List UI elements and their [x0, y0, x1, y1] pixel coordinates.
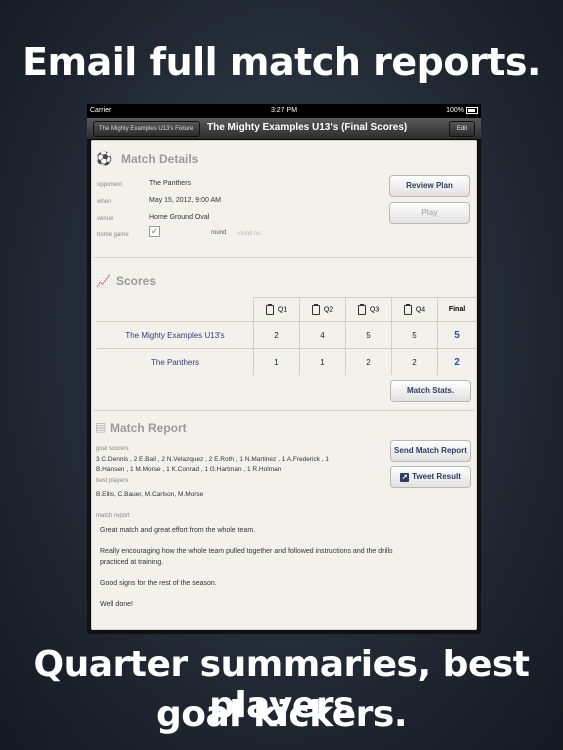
divider — [93, 257, 475, 258]
send-match-report-button[interactable]: Send Match Report — [390, 440, 471, 462]
team-name: The Mighty Examples U13's — [97, 321, 254, 349]
battery-indicator: 100% — [446, 104, 478, 118]
home-game-checkbox[interactable]: ✓ — [149, 226, 160, 237]
opponent-value: The Panthers — [149, 180, 192, 187]
header-q1: Q1 — [253, 297, 300, 322]
header-q3: Q3 — [345, 297, 392, 322]
round-input[interactable]: round no. — [237, 231, 262, 237]
tweet-result-label: Tweet Result — [412, 472, 461, 481]
report-paragraph-4: Well done! — [100, 601, 133, 608]
match-report-title: Match Report — [110, 421, 187, 435]
goal-scorers-line-1: 3 C.Dennis , 2 E.Bail , 2 N.Velazquez , … — [96, 456, 330, 463]
score-cell[interactable]: 1 — [253, 348, 300, 375]
goal-scorers-line-2: B.Hansen , 1 M.Morse , 1 K.Conrad , 1 G.… — [96, 466, 282, 473]
status-time: 3:27 PM — [270, 107, 298, 114]
venue-value: Home Ground Oval — [149, 214, 210, 221]
best-players-label: best players — [96, 478, 129, 484]
scores-title: Scores — [116, 274, 157, 288]
venue-label: venue — [97, 216, 114, 222]
clipboard-icon — [357, 303, 366, 315]
round-label: round — [211, 230, 227, 236]
battery-icon — [466, 106, 478, 114]
score-cell[interactable]: 2 — [253, 321, 300, 349]
edit-button[interactable]: Edit — [449, 121, 475, 137]
match-report-label: match report — [96, 513, 130, 519]
share-icon: ↗ — [400, 472, 410, 482]
scores-table: Q1 Q2 Q3 Q4 Final The Mighty Examples U1… — [97, 297, 476, 375]
clipboard-icon — [403, 303, 412, 315]
report-paragraph-2-line-2: practiced at training. — [100, 559, 164, 566]
clipboard-icon — [311, 303, 320, 315]
when-value: May 15, 2012, 9:00 AM — [149, 197, 221, 204]
score-cell[interactable]: 2 — [391, 348, 438, 375]
review-plan-button[interactable]: Review Plan — [389, 175, 470, 197]
opponent-label: opponent — [97, 182, 123, 188]
chart-icon: 📈 — [96, 274, 111, 288]
nav-title: The Mighty Examples U13's (Final Scores) — [207, 122, 408, 133]
clipboard-icon — [265, 303, 274, 315]
promo-headline-bottom-2: goal kickers. — [155, 694, 408, 735]
report-icon: ▤ — [95, 420, 107, 434]
scores-header-row: Q1 Q2 Q3 Q4 Final — [97, 297, 476, 322]
score-cell[interactable]: 1 — [299, 348, 346, 375]
promo-headline-top: Email full match reports. — [22, 40, 541, 84]
play-button[interactable]: Play — [389, 202, 470, 224]
back-button[interactable]: The Mighty Examples U13's Fixture — [93, 121, 200, 137]
report-paragraph-2-line-1: Really encouraging how the whole team pu… — [100, 548, 393, 555]
report-paragraph-3: Good signs for the rest of the season. — [100, 580, 217, 587]
score-cell[interactable]: 5 — [391, 321, 438, 349]
header-q4: Q4 — [391, 297, 438, 322]
header-q2: Q2 — [299, 297, 346, 322]
final-score: 5 — [437, 321, 476, 349]
team-name: The Panthers — [97, 348, 254, 375]
match-details-title: Match Details — [121, 152, 199, 166]
tweet-result-button[interactable]: ↗ Tweet Result — [390, 466, 471, 488]
final-score: 2 — [437, 348, 476, 375]
match-stats-button[interactable]: Match Stats. — [390, 380, 471, 402]
divider — [93, 410, 475, 411]
soccer-ball-icon: ⚽ — [96, 151, 113, 166]
score-cell[interactable]: 5 — [345, 321, 392, 349]
table-row: The Mighty Examples U13's 2 4 5 5 5 — [97, 321, 476, 349]
best-players-value: B.Ellis, C.Bauer, M.Carlson, M.Morse — [96, 491, 204, 498]
status-bar: Carrier 3:27 PM 100% — [87, 104, 481, 118]
battery-percent: 100% — [446, 107, 464, 114]
navigation-bar: The Mighty Examples U13's Fixture The Mi… — [87, 118, 481, 140]
header-blank — [97, 297, 254, 322]
goal-scorers-label: goal scorers — [96, 446, 129, 452]
table-row: The Panthers 1 1 2 2 2 — [97, 348, 476, 375]
home-game-label: home game — [97, 232, 129, 238]
header-final: Final — [437, 297, 476, 322]
when-label: when — [97, 199, 112, 205]
score-cell[interactable]: 4 — [299, 321, 346, 349]
score-cell[interactable]: 2 — [345, 348, 392, 375]
report-paragraph-1: Great match and great effort from the wh… — [100, 527, 256, 534]
